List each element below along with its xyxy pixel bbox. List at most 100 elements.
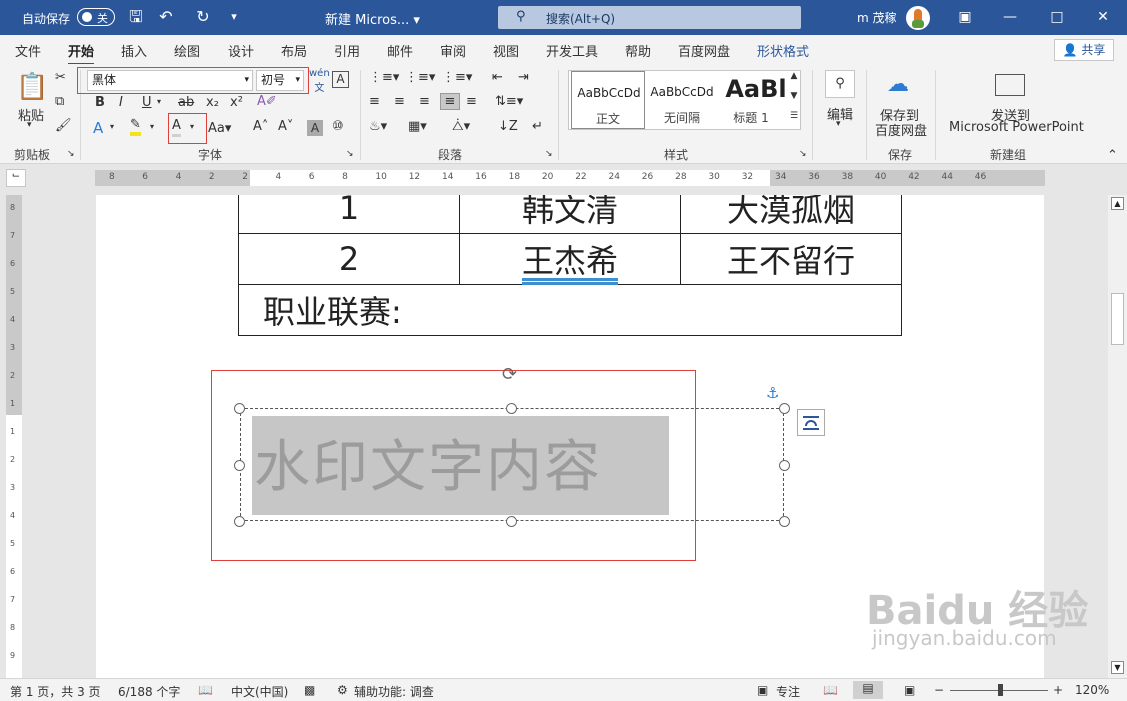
maximize-button[interactable]: □ — [1042, 6, 1072, 28]
numbering-icon[interactable]: ⋮≡▾ — [405, 70, 435, 85]
enclose-characters-icon[interactable]: ⑩ — [332, 119, 344, 134]
bullets-icon[interactable]: ⋮≡▾ — [369, 70, 399, 85]
table-cell[interactable]: 王不留行 — [680, 233, 902, 285]
shading-icon[interactable]: ♨▾ — [369, 119, 387, 134]
language[interactable]: 中文(中国) — [231, 683, 288, 700]
tab-file[interactable]: 文件 — [15, 41, 41, 60]
paragraph-launcher-icon[interactable]: ↘ — [545, 149, 553, 159]
send-to-ppt-icon[interactable] — [995, 74, 1025, 96]
avatar[interactable] — [906, 6, 930, 30]
undo-icon[interactable]: ↶ — [156, 7, 176, 27]
tab-developer[interactable]: 开发工具 — [546, 41, 598, 60]
editing-dropdown-icon[interactable]: ▾ — [836, 119, 841, 129]
asian-layout-icon[interactable]: ⧊▾ — [452, 119, 470, 134]
justify-icon[interactable]: ≡ — [440, 93, 460, 110]
paste-icon[interactable]: 📋 — [16, 72, 48, 102]
format-painter-icon[interactable]: 🖌 — [55, 118, 72, 133]
resize-handle[interactable] — [506, 516, 517, 527]
tab-draw[interactable]: 绘图 — [174, 41, 200, 60]
focus-mode[interactable]: 专注 — [776, 683, 800, 700]
customize-qat-icon[interactable]: ▾ — [224, 7, 244, 27]
tab-home[interactable]: 开始 — [68, 41, 95, 66]
shrink-font-icon[interactable]: A˅ — [278, 119, 293, 134]
styles-scroll-down-icon[interactable]: ▼ — [787, 91, 801, 101]
scroll-up-icon[interactable]: ▲ — [1111, 197, 1124, 210]
baidu-netdisk-label[interactable]: 百度网盘 — [875, 120, 927, 139]
tab-design[interactable]: 设计 — [228, 41, 254, 60]
resize-handle[interactable] — [234, 516, 245, 527]
web-layout-icon[interactable]: ▣ — [904, 683, 915, 697]
tab-mailings[interactable]: 邮件 — [387, 41, 413, 60]
share-button[interactable]: 👤 共享 — [1054, 39, 1114, 61]
table-cell[interactable]: 王杰希 — [459, 233, 681, 285]
rotate-handle-icon[interactable]: ⟳ — [502, 364, 517, 385]
minimize-button[interactable]: — — [995, 6, 1025, 28]
resize-handle[interactable] — [234, 403, 245, 414]
align-center-icon[interactable]: ≡ — [394, 94, 405, 109]
resize-handle[interactable] — [779, 516, 790, 527]
text-effects-dropdown-icon[interactable]: ▾ — [110, 122, 114, 131]
cut-icon[interactable]: ✂ — [55, 70, 66, 85]
document-title[interactable]: 新建 Micros... ▾ — [325, 9, 420, 28]
tab-help[interactable]: 帮助 — [625, 41, 651, 60]
accessibility-status[interactable]: 辅助功能: 调查 — [354, 683, 434, 700]
show-marks-icon[interactable]: ↵ — [532, 119, 543, 134]
resize-handle[interactable] — [234, 460, 245, 471]
tab-insert[interactable]: 插入 — [121, 41, 147, 60]
text-effects-icon[interactable]: A — [93, 119, 103, 137]
resize-handle[interactable] — [506, 403, 517, 414]
zoom-out-icon[interactable]: − — [934, 683, 944, 697]
subscript-icon[interactable]: x₂ — [206, 95, 219, 110]
superscript-icon[interactable]: x² — [230, 95, 243, 110]
resize-handle[interactable] — [779, 460, 790, 471]
clipboard-launcher-icon[interactable]: ↘ — [67, 149, 75, 159]
styles-launcher-icon[interactable]: ↘ — [799, 149, 807, 159]
page-count[interactable]: 第 1 页，共 3 页 — [10, 683, 101, 700]
print-layout-icon[interactable]: ▤ — [853, 681, 883, 699]
macro-icon[interactable]: ▩ — [304, 683, 315, 697]
anchor-icon[interactable]: ⚓ — [766, 384, 779, 402]
character-shading-icon[interactable]: A — [307, 120, 323, 136]
baidu-netdisk-icon[interactable]: ☁ — [887, 72, 909, 97]
zoom-slider-thumb[interactable] — [998, 684, 1003, 696]
search-box[interactable]: ⚲ 搜索(Alt+Q) — [498, 6, 801, 29]
user-name[interactable]: m 茂稼 — [857, 9, 897, 26]
ribbon-display-icon[interactable]: ▣ — [950, 6, 980, 28]
increase-indent-icon[interactable]: ⇥ — [518, 70, 529, 85]
align-right-icon[interactable]: ≡ — [419, 94, 430, 109]
paste-dropdown-icon[interactable]: ▾ — [27, 120, 32, 130]
read-mode-icon[interactable]: 📖 — [823, 683, 838, 697]
save-icon[interactable]: 🖫 — [126, 7, 146, 27]
tab-baidu-netdisk[interactable]: 百度网盘 — [678, 41, 730, 60]
change-case-icon[interactable]: Aa▾ — [208, 121, 231, 136]
scroll-down-icon[interactable]: ▼ — [1111, 661, 1124, 674]
proofing-icon[interactable]: 📖 — [198, 683, 213, 697]
style-heading-1[interactable]: AaBl 标题 1 — [719, 71, 786, 129]
horizontal-ruler[interactable]: 8 6 4 2 2 4 6 8 10 12 14 16 18 20 22 24 26 28 30 32 34 36 38 40… — [95, 170, 1045, 186]
borders-icon[interactable]: ▦▾ — [408, 119, 427, 134]
watermark-text[interactable]: 水印文字内容 — [254, 422, 602, 503]
find-icon[interactable]: ⚲ — [825, 70, 855, 98]
document-table[interactable]: 1 韩文清 大漠孤烟 2 王杰希 王不留行 职业联赛: — [238, 195, 902, 336]
tab-layout[interactable]: 布局 — [281, 41, 307, 60]
word-count[interactable]: 6/188 个字 — [118, 683, 180, 700]
tab-references[interactable]: 引用 — [334, 41, 360, 60]
underline-icon[interactable]: U — [142, 95, 152, 110]
styles-more-icon[interactable]: ☰ — [787, 111, 801, 121]
distributed-icon[interactable]: ≡ — [466, 94, 477, 109]
redo-icon[interactable]: ↻ — [193, 7, 213, 27]
font-launcher-icon[interactable]: ↘ — [346, 149, 354, 159]
table-cell[interactable]: 职业联赛: — [238, 284, 902, 336]
grow-font-icon[interactable]: A˄ — [253, 119, 268, 134]
character-border-icon[interactable]: A — [332, 71, 349, 88]
styles-scroll-up-icon[interactable]: ▲ — [787, 71, 801, 81]
highlight-color-icon[interactable]: ✎ — [130, 118, 141, 136]
table-cell[interactable]: 2 — [238, 233, 460, 285]
strikethrough-icon[interactable]: ab — [178, 95, 194, 110]
tab-view[interactable]: 视图 — [493, 41, 519, 60]
close-button[interactable]: ✕ — [1088, 6, 1118, 28]
collapse-ribbon-icon[interactable]: ⌃ — [1107, 148, 1118, 163]
align-left-icon[interactable]: ≡ — [369, 94, 380, 109]
tab-shape-format[interactable]: 形状格式 — [757, 41, 809, 60]
bold-icon[interactable]: B — [95, 95, 105, 110]
